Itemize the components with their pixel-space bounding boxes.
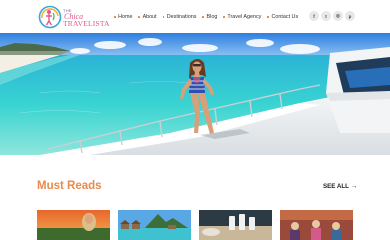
instagram-icon[interactable]: ◎ [333,11,343,21]
social-links: f t ◎ p [309,11,357,21]
nav-item-travel-agency[interactable]: Travel Agency [223,14,261,20]
nav-item-blog[interactable]: Blog [202,14,217,20]
nav-item-label: Blog [206,14,218,20]
must-reads-list [37,210,353,240]
logo-emblem-icon [38,5,62,29]
nav-bullet-icon [138,16,141,18]
article-thumbnail[interactable] [37,210,110,240]
see-all-label: SEE ALL [323,183,349,190]
nav-item-label: Home [118,14,133,20]
nav-item-about[interactable]: About [138,14,157,20]
site-logo[interactable]: THE Chica TRAVELISTA [38,5,109,29]
nav-bullet-icon [202,16,205,18]
section-title: Must Reads [37,180,102,192]
arrow-right-icon: → [350,183,358,190]
sunset-portrait-image [37,210,110,240]
nav-bullet-icon [267,16,269,18]
main-nav: Home About Destinations Blog Travel Agen… [114,12,304,22]
article-thumbnail[interactable] [280,210,353,240]
see-all-link[interactable]: SEE ALL → [323,183,357,190]
site-header: THE Chica TRAVELISTA Home About Destinat… [0,0,390,33]
nav-item-label: Travel Agency [227,14,262,20]
nav-item-home[interactable]: Home [114,14,132,20]
nav-bullet-icon [223,16,225,18]
article-thumbnail[interactable] [199,210,272,240]
market-scene-image [280,210,353,240]
nav-item-label: About [142,14,157,20]
nav-item-label: Destinations [166,14,197,20]
nav-item-contact-us[interactable]: Contact Us [267,14,298,20]
overwater-bungalow-image [118,210,191,240]
drinks-table-image [199,210,272,240]
hero-image [0,33,390,155]
nav-item-label: Contact Us [271,14,299,20]
nav-bullet-icon [114,16,116,18]
hero-illustration [0,33,390,155]
logo-travelista-text: TRAVELISTA [63,19,110,28]
pinterest-icon[interactable]: p [345,11,355,21]
article-thumbnail[interactable] [118,210,191,240]
facebook-icon[interactable]: f [309,11,319,21]
nav-item-destinations[interactable]: Destinations [162,14,197,20]
twitter-icon[interactable]: t [321,11,331,21]
nav-bullet-icon [162,16,165,18]
